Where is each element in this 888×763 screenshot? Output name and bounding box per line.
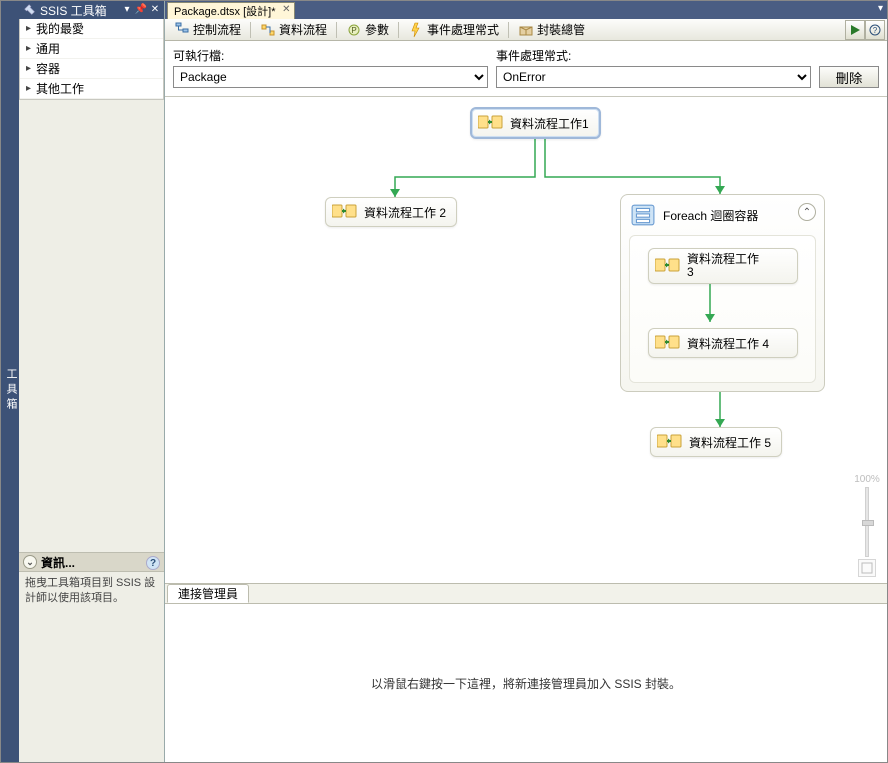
toolbox-pin-icon[interactable]: 📌 — [134, 2, 148, 16]
connection-managers-hint: 以滑鼠右鍵按一下這裡，將新連接管理員加入 SSIS 封裝。 — [371, 675, 681, 692]
document-tabs-dropdown-icon[interactable]: ▾ — [878, 3, 883, 14]
tab-label: 參數 — [365, 21, 389, 38]
main-area: Package.dtsx [設計]* ✕ ▾ 控制流程 資料流程 P 參數 — [165, 1, 887, 762]
toolbox-panel: SSIS 工具箱 ▾ 📌 ✕ ▸我的最愛 ▸通用 ▸容器 ▸其他工作 ⌄ 資訊.… — [19, 1, 165, 762]
chevron-down-icon[interactable]: ⌄ — [23, 555, 37, 569]
designer-tab-bar: 控制流程 資料流程 P 參數 事件處理常式 封裝總管 — [165, 19, 887, 41]
parameters-icon: P — [346, 22, 362, 38]
separator — [508, 22, 509, 38]
zoom-slider-thumb[interactable] — [862, 520, 874, 526]
event-handler-select[interactable]: OnError — [496, 66, 811, 88]
container-body: 資料流程工作3 資料流程工作 4 — [629, 235, 816, 383]
toolbox-item-label: 容器 — [36, 60, 60, 77]
svg-text:P: P — [351, 26, 356, 35]
data-flow-task-icon — [332, 202, 358, 222]
chevron-right-icon: ▸ — [26, 83, 34, 94]
toolbox-close-icon[interactable]: ✕ — [148, 2, 162, 16]
svg-text:?: ? — [873, 26, 878, 35]
data-flow-task-icon — [478, 113, 504, 133]
toolbox-spacer — [19, 100, 164, 552]
zoom-slider-track[interactable] — [865, 487, 869, 557]
connection-managers-panel: 連接管理員 以滑鼠右鍵按一下這裡，將新連接管理員加入 SSIS 封裝。 — [165, 584, 887, 762]
info-panel-body: 拖曳工具箱項目到 SSIS 設計師以使用該項目。 — [19, 572, 164, 762]
info-panel-header[interactable]: ⌄ 資訊... ? — [19, 552, 164, 572]
task-label: 資料流程工作1 — [510, 115, 589, 132]
help-icon[interactable]: ? — [146, 556, 160, 570]
separator — [250, 22, 251, 38]
tab-event-handlers[interactable]: 事件處理常式 — [401, 20, 506, 40]
foreach-loop-container[interactable]: Foreach 迴圈容器 ⌃ 資料流程工作3 — [620, 194, 825, 392]
container-label: Foreach 迴圈容器 — [663, 207, 758, 224]
separator — [336, 22, 337, 38]
data-flow-icon — [260, 22, 276, 38]
task-label: 資料流程工作 4 — [687, 335, 769, 352]
execute-button[interactable] — [845, 20, 865, 40]
foreach-loop-icon — [629, 203, 657, 227]
control-flow-icon — [174, 22, 190, 38]
task-label: 資料流程工作3 — [687, 253, 759, 279]
toolbox-item-label: 其他工作 — [36, 80, 84, 97]
delete-button[interactable]: 刪除 — [819, 66, 879, 88]
connection-managers-tab[interactable]: 連接管理員 — [167, 584, 249, 603]
collapse-icon[interactable]: ⌃ — [798, 203, 816, 221]
document-tab-close-icon[interactable]: ✕ — [282, 4, 290, 15]
event-handlers-icon — [408, 22, 424, 38]
package-explorer-icon — [518, 22, 534, 38]
toolbox-item-label: 我的最愛 — [36, 20, 84, 37]
data-flow-task-icon — [655, 333, 681, 353]
document-tab-package[interactable]: Package.dtsx [設計]* ✕ — [167, 2, 295, 19]
task-data-flow-3[interactable]: 資料流程工作3 — [648, 248, 798, 284]
connection-managers-tabs: 連接管理員 — [165, 584, 887, 604]
data-flow-task-icon — [657, 432, 683, 452]
task-data-flow-1[interactable]: 資料流程工作1 — [470, 107, 601, 139]
task-data-flow-2[interactable]: 資料流程工作 2 — [325, 197, 457, 227]
task-label: 資料流程工作 5 — [689, 434, 771, 451]
design-canvas[interactable]: 資料流程工作1 資料流程工作 2 Foreach 迴圈容器 ⌃ — [165, 97, 887, 584]
app-root: 工具箱 SSIS 工具箱 ▾ 📌 ✕ ▸我的最愛 ▸通用 ▸容器 ▸其他工作 ⌄ — [0, 0, 888, 763]
tab-label: 控制流程 — [193, 21, 241, 38]
toolbox-item-other-tasks[interactable]: ▸其他工作 — [20, 79, 163, 99]
event-handler-selectors: 可執行檔: Package 事件處理常式: OnError 刪除 — [165, 41, 887, 97]
toolbox-list: ▸我的最愛 ▸通用 ▸容器 ▸其他工作 — [19, 19, 164, 100]
tab-package-explorer[interactable]: 封裝總管 — [511, 20, 592, 40]
left-side: 工具箱 SSIS 工具箱 ▾ 📌 ✕ ▸我的最愛 ▸通用 ▸容器 ▸其他工作 ⌄ — [1, 1, 165, 762]
tab-label: 資料流程 — [279, 21, 327, 38]
toolbox-title-text: SSIS 工具箱 — [40, 2, 107, 19]
tab-label: 事件處理常式 — [427, 21, 499, 38]
data-flow-task-icon — [655, 256, 681, 276]
task-label: 資料流程工作 2 — [364, 204, 446, 221]
tab-data-flow[interactable]: 資料流程 — [253, 20, 334, 40]
tab-parameters[interactable]: P 參數 — [339, 20, 396, 40]
toolbox-item-favorites[interactable]: ▸我的最愛 — [20, 19, 163, 39]
info-title: 資訊... — [41, 554, 75, 571]
tab-control-flow[interactable]: 控制流程 — [167, 20, 248, 40]
toolbox-item-common[interactable]: ▸通用 — [20, 39, 163, 59]
toolbox-item-containers[interactable]: ▸容器 — [20, 59, 163, 79]
executable-select[interactable]: Package — [173, 66, 488, 88]
tab-label: 連接管理員 — [178, 585, 238, 602]
stop-button[interactable]: ? — [865, 20, 885, 40]
toolbox-title-bar: SSIS 工具箱 ▾ 📌 ✕ — [19, 1, 164, 19]
chevron-right-icon: ▸ — [26, 43, 34, 54]
chevron-right-icon: ▸ — [26, 63, 34, 74]
event-handler-label: 事件處理常式: — [496, 47, 811, 64]
toolbox-icon — [23, 3, 37, 17]
zoom-control[interactable]: 100% — [853, 474, 881, 577]
connection-managers-body[interactable]: 以滑鼠右鍵按一下這裡，將新連接管理員加入 SSIS 封裝。 — [165, 604, 887, 762]
toolbox-vertical-tab[interactable]: 工具箱 — [1, 1, 19, 762]
chevron-right-icon: ▸ — [26, 23, 34, 34]
document-tab-label: Package.dtsx [設計]* — [174, 3, 276, 19]
task-data-flow-5[interactable]: 資料流程工作 5 — [650, 427, 782, 457]
document-tabs: Package.dtsx [設計]* ✕ ▾ — [165, 1, 887, 19]
toolbox-dropdown-icon[interactable]: ▾ — [120, 2, 134, 16]
toolbox-item-label: 通用 — [36, 40, 60, 57]
task-data-flow-4[interactable]: 資料流程工作 4 — [648, 328, 798, 358]
tab-label: 封裝總管 — [537, 21, 585, 38]
executable-label: 可執行檔: — [173, 47, 488, 64]
zoom-label: 100% — [854, 474, 880, 485]
zoom-fit-icon[interactable] — [858, 559, 876, 577]
separator — [398, 22, 399, 38]
